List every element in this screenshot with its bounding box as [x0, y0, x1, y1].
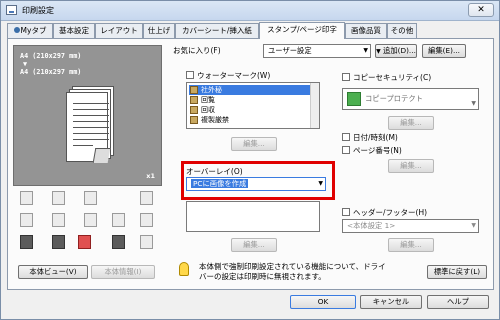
tab-other[interactable]: その他 [387, 23, 417, 38]
cancel-button[interactable]: キャンセル [360, 295, 422, 309]
preview-original-size: A4 (210x297 mm) [20, 52, 82, 60]
header-footer-label: ヘッダー/フッター(H) [353, 208, 428, 217]
overlay-edit-button[interactable]: 編集... [231, 238, 277, 252]
stamp-icon [190, 86, 198, 94]
window-title: 印刷設定 [22, 6, 54, 15]
list-item[interactable]: 回覧 [189, 95, 315, 105]
list-item[interactable]: 社外秘 [189, 85, 315, 95]
copy-security-checkbox[interactable] [342, 73, 350, 81]
list-item[interactable]: 回収 [189, 105, 315, 115]
chevron-down-icon: ▼ [376, 48, 381, 55]
page-number-label: ページ番号(N) [353, 146, 402, 155]
user-icon [13, 27, 20, 33]
tab-my[interactable]: Myタブ [7, 23, 53, 38]
preview-output-size: A4 (210x297 mm) [20, 68, 82, 76]
printer-app-icon [6, 5, 17, 15]
favorites-select[interactable]: ユーザー設定 ▼ [263, 44, 371, 58]
overlay-highlight-box [181, 161, 335, 200]
preview-arrow: ▼ [23, 60, 28, 68]
copy-protect-icon [347, 92, 361, 106]
copy-security-label: コピーセキュリティ(C) [353, 73, 432, 82]
device-view-button[interactable]: 本体ビュー(V) [18, 265, 88, 279]
chevron-down-icon: ▼ [363, 47, 368, 54]
datetime-checkbox[interactable] [342, 133, 350, 141]
user-auth-icon[interactable] [49, 233, 68, 251]
chevron-down-icon: ▼ [471, 222, 476, 229]
header-footer-select[interactable]: <本体設定 1> ▼ [342, 219, 479, 233]
staple-icon[interactable] [49, 189, 68, 207]
info-text-line2: バーの設定は印刷時に無視されます。 [199, 272, 326, 281]
watermark-edit-button[interactable]: 編集... [231, 137, 277, 151]
stamp-icon [190, 96, 198, 104]
restore-default-button[interactable]: 標準に戻す(L) [427, 265, 487, 279]
datetime-label: 日付/時刻(M) [353, 133, 398, 142]
preview-copies: x1 [146, 172, 155, 180]
secure-user-icon[interactable] [75, 233, 94, 251]
ok-button[interactable]: OK [290, 295, 356, 309]
watermark-checkbox[interactable] [186, 71, 194, 79]
multi-page-icon[interactable] [49, 211, 68, 229]
tab-cover-sheet[interactable]: カバーシート/挿入紙 [175, 23, 259, 38]
watermark-list[interactable]: 社外秘 回覧 回収 複製厳禁 [186, 82, 320, 129]
text-stamp-icon[interactable] [81, 211, 100, 229]
watermark-label: ウォーターマーク(W) [197, 71, 271, 80]
fold-icon[interactable] [137, 189, 156, 207]
favorites-edit-button[interactable]: 編集(E)... [422, 44, 466, 58]
tab-layout[interactable]: レイアウト [95, 23, 143, 38]
printer-icon[interactable] [17, 233, 36, 251]
document-stamp-icon[interactable] [109, 211, 128, 229]
tab-finishing[interactable]: 仕上げ [143, 23, 175, 38]
favorites-label: お気に入り(F) [173, 46, 221, 55]
paper-preview: A4 (210x297 mm) ▼ A4 (210x297 mm) x1 [13, 45, 162, 186]
close-button[interactable]: ✕ [468, 3, 494, 17]
chevron-down-icon: ▼ [471, 100, 476, 107]
overlay-list[interactable] [186, 201, 320, 232]
copy-security-select[interactable]: コピープロテクト ▼ [342, 88, 479, 110]
copy-security-edit-button[interactable]: 編集... [388, 116, 434, 130]
favorites-add-button[interactable]: ▼ 追加(D)... [375, 44, 417, 58]
fax-icon[interactable] [137, 233, 156, 251]
tab-basic[interactable]: 基本設定 [53, 23, 95, 38]
lightbulb-icon [179, 262, 189, 276]
device-info-button[interactable]: 本体情報(I) [91, 265, 155, 279]
punch-icon[interactable] [17, 211, 36, 229]
box-icon[interactable] [109, 233, 128, 251]
title-bar: 印刷設定 ✕ [1, 1, 499, 21]
single-page-icon[interactable] [17, 189, 36, 207]
stamp-icon [190, 106, 198, 114]
booklet-icon[interactable] [81, 189, 100, 207]
page-number-checkbox[interactable] [342, 146, 350, 154]
list-item[interactable]: 複製厳禁 [189, 115, 315, 125]
document-preview-icon [66, 86, 116, 163]
print-settings-window: 印刷設定 ✕ Myタブ 基本設定 レイアウト 仕上げ カバーシート/挿入紙 スタ… [0, 0, 500, 320]
help-button[interactable]: ヘルプ [427, 295, 489, 309]
scrollbar[interactable] [310, 83, 319, 128]
header-footer-edit-button[interactable]: 編集... [388, 238, 434, 252]
tab-stamp-page-print[interactable]: スタンプ/ページ印字 [259, 22, 345, 39]
pages-icon[interactable] [137, 211, 156, 229]
stamp-icon [190, 116, 198, 124]
tab-image-quality[interactable]: 画像品質 [345, 23, 387, 38]
header-footer-checkbox[interactable] [342, 208, 350, 216]
page-number-edit-button[interactable]: 編集... [388, 159, 434, 173]
